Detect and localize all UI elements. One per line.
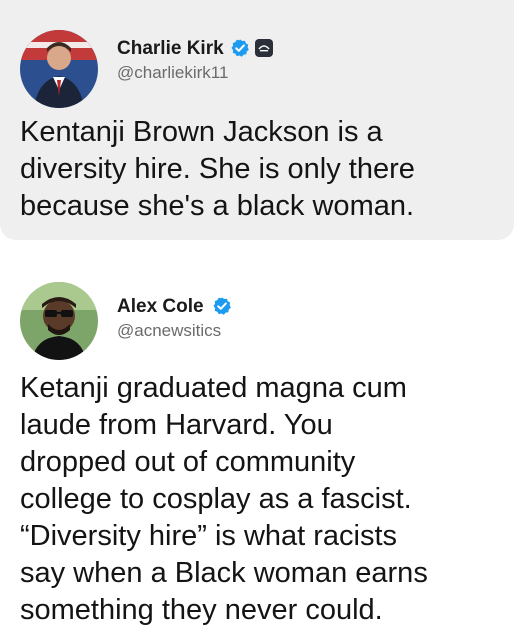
tweet-text: Kentanji Brown Jackson is a diversity hi… [20,114,415,225]
author-name[interactable]: Alex Cole [117,296,204,318]
tweet-text-line: say when a Black woman earns [20,557,428,589]
author-name[interactable]: Charlie Kirk [117,38,224,60]
tweet-text-line: Kentanji Brown Jackson is a [20,116,383,148]
tweet-card-alex-cole[interactable]: Alex Cole @acnewsitics Ketanji graduated… [0,252,514,640]
tweet-text-line: “Diversity hire” is what racists [20,520,398,552]
author-handle[interactable]: @acnewsitics [117,321,221,341]
verified-badge-icon [213,297,231,315]
tweet-text-line: Ketanji graduated magna cum [20,372,407,404]
avatar-alex-cole[interactable] [20,282,98,360]
tweet-card-charlie-kirk[interactable]: Charlie Kirk @charliekirk11 Kentanji Bro… [0,0,514,240]
tweet-text-line: diversity hire. She is only there [20,153,415,185]
avatar-charlie-kirk[interactable] [20,30,98,108]
tweet-text: Ketanji graduated magna cum laude from H… [20,370,428,629]
tweet-text-line: dropped out of community [20,446,356,478]
author-handle[interactable]: @charliekirk11 [117,63,228,83]
tweet-text-line: something they never could. [20,594,383,626]
affiliate-badge-icon [255,39,273,57]
verified-badge-icon [231,39,249,57]
tweet-text-line: because she's a black woman. [20,190,415,222]
tweet-text-line: laude from Harvard. You [20,409,333,441]
tweet-text-line: college to cosplay as a fascist. [20,483,412,515]
